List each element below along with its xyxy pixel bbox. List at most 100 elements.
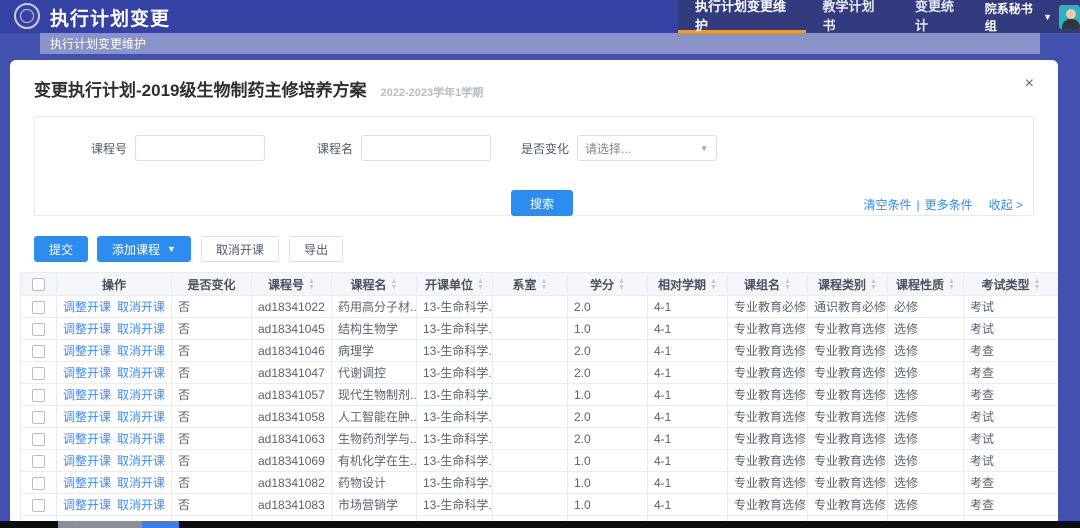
adjust-course-link[interactable]: 调整开课 [63,322,111,336]
cancel-course-link[interactable]: 取消开课 [117,476,165,490]
sort-arrows-icon[interactable]: ▲▼ [618,279,625,291]
cancel-course-link[interactable]: 取消开课 [117,344,165,358]
table-row: 调整开课取消开课否ad18341046病理学13-生命科学...2.04-1专业… [21,340,1059,362]
cancel-course-link[interactable]: 取消开课 [117,454,165,468]
column-header-credit[interactable]: 学分▲▼ [568,273,648,296]
cell-dept [493,296,568,318]
export-button[interactable]: 导出 [289,236,343,262]
row-checkbox[interactable] [32,411,45,424]
cancel-course-link[interactable]: 取消开课 [117,322,165,336]
sort-arrows-icon[interactable]: ▲▼ [391,279,398,291]
close-icon[interactable]: × [1025,76,1034,92]
chevron-down-icon: ▼ [167,244,176,254]
cell-name: 病理学 [332,340,417,362]
nav-tab-0[interactable]: 执行计划变更维护 [678,0,806,33]
cell-ops: 调整开课取消开课 [57,450,172,472]
cell-select [21,384,57,406]
row-checkbox[interactable] [32,389,45,402]
column-header-dept[interactable]: 系室▲▼ [493,273,568,296]
cancel-course-link[interactable]: 取消开课 [117,366,165,380]
cancel-course-link[interactable]: 取消开课 [117,410,165,424]
changed-select-value: 请选择... [585,140,631,157]
cell-exam: 考试 [964,406,1059,428]
more-conditions-link[interactable]: 更多条件 [925,196,973,213]
cell-code: ad18341082 [252,472,332,494]
avatar[interactable] [1059,5,1080,29]
user-menu[interactable]: 院系秘书组 ▼ [985,0,1080,33]
column-header-group[interactable]: 课组名▲▼ [728,273,808,296]
cell-ops: 调整开课取消开课 [57,362,172,384]
submit-button[interactable]: 提交 [34,236,88,262]
course-name-label: 课程名 [317,140,353,157]
scrollbar-thumb-gray[interactable] [58,521,142,528]
clear-conditions-link[interactable]: 清空条件 [864,196,912,213]
table-header-row: 操作是否变化课程号▲▼课程名▲▼开课单位▲▼系室▲▼学分▲▼相对学期▲▼课组名▲… [21,273,1059,296]
cell-select [21,472,57,494]
cell-nature: 选修 [888,406,964,428]
table-row: 调整开课取消开课否ad18341058人工智能在肿...13-生命科学...2.… [21,406,1059,428]
adjust-course-link[interactable]: 调整开课 [63,300,111,314]
row-checkbox[interactable] [32,367,45,380]
adjust-course-link[interactable]: 调整开课 [63,432,111,446]
cell-category: 专业教育选修... [808,318,888,340]
adjust-course-link[interactable]: 调整开课 [63,498,111,512]
cancel-course-link[interactable]: 取消开课 [117,432,165,446]
cell-select [21,362,57,384]
column-label: 是否变化 [187,278,235,292]
cell-ops: 调整开课取消开课 [57,472,172,494]
column-header-category[interactable]: 课程类别▲▼ [808,273,888,296]
row-checkbox[interactable] [32,499,45,512]
column-header-select[interactable] [21,273,57,296]
row-checkbox[interactable] [32,477,45,490]
sort-arrows-icon[interactable]: ▲▼ [870,279,877,291]
adjust-course-link[interactable]: 调整开课 [63,476,111,490]
column-header-unit[interactable]: 开课单位▲▼ [417,273,493,296]
row-checkbox[interactable] [32,301,45,314]
sort-arrows-icon[interactable]: ▲▼ [308,279,315,291]
column-header-name[interactable]: 课程名▲▼ [332,273,417,296]
add-course-button[interactable]: 添加课程 ▼ [97,236,191,262]
row-checkbox[interactable] [32,323,45,336]
sort-arrows-icon[interactable]: ▲▼ [948,279,955,291]
adjust-course-link[interactable]: 调整开课 [63,388,111,402]
cancel-course-link[interactable]: 取消开课 [117,498,165,512]
cell-category: 专业教育选修... [808,384,888,406]
sort-arrows-icon[interactable]: ▲▼ [1034,279,1041,291]
cell-credit: 2.0 [568,428,648,450]
cancel-course-link[interactable]: 取消开课 [117,300,165,314]
nav-tab-2[interactable]: 变更统计 [898,0,979,33]
column-header-code[interactable]: 课程号▲▼ [252,273,332,296]
horizontal-scrollbar[interactable] [0,521,1080,528]
row-checkbox[interactable] [32,433,45,446]
app-title: 执行计划变更 [50,4,170,31]
page-title: 变更执行计划-2019级生物制药主修培养方案 [34,76,366,101]
row-checkbox[interactable] [32,455,45,468]
table-row: 调整开课取消开课否ad18341082药物设计13-生命科学...1.04-1专… [21,472,1059,494]
cancel-course-link[interactable]: 取消开课 [117,388,165,402]
collapse-link[interactable]: 收起 > [989,196,1023,213]
cancel-course-button[interactable]: 取消开课 [201,236,279,262]
select-all-checkbox[interactable] [32,278,45,291]
column-header-term[interactable]: 相对学期▲▼ [648,273,728,296]
cell-ops: 调整开课取消开课 [57,406,172,428]
sort-arrows-icon[interactable]: ▲▼ [541,279,548,291]
search-button[interactable]: 搜索 [511,190,573,216]
changed-select[interactable]: 请选择... ▼ [577,135,717,161]
cell-dept [493,362,568,384]
course-name-input[interactable] [361,135,491,161]
adjust-course-link[interactable]: 调整开课 [63,366,111,380]
sort-arrows-icon[interactable]: ▲▼ [477,279,484,291]
nav-tab-1[interactable]: 教学计划书 [806,0,898,33]
adjust-course-link[interactable]: 调整开课 [63,344,111,358]
row-checkbox[interactable] [32,345,45,358]
scrollbar-thumb-blue[interactable] [142,521,179,528]
adjust-course-link[interactable]: 调整开课 [63,454,111,468]
sort-arrows-icon[interactable]: ▲▼ [784,279,791,291]
sort-arrows-icon[interactable]: ▲▼ [710,279,717,291]
column-header-exam[interactable]: 考试类型▲▼ [964,273,1059,296]
column-header-nature[interactable]: 课程性质▲▼ [888,273,964,296]
chevron-down-icon: ▼ [1043,12,1052,22]
course-no-input[interactable] [135,135,265,161]
adjust-course-link[interactable]: 调整开课 [63,410,111,424]
cell-category: 专业教育选修... [808,406,888,428]
